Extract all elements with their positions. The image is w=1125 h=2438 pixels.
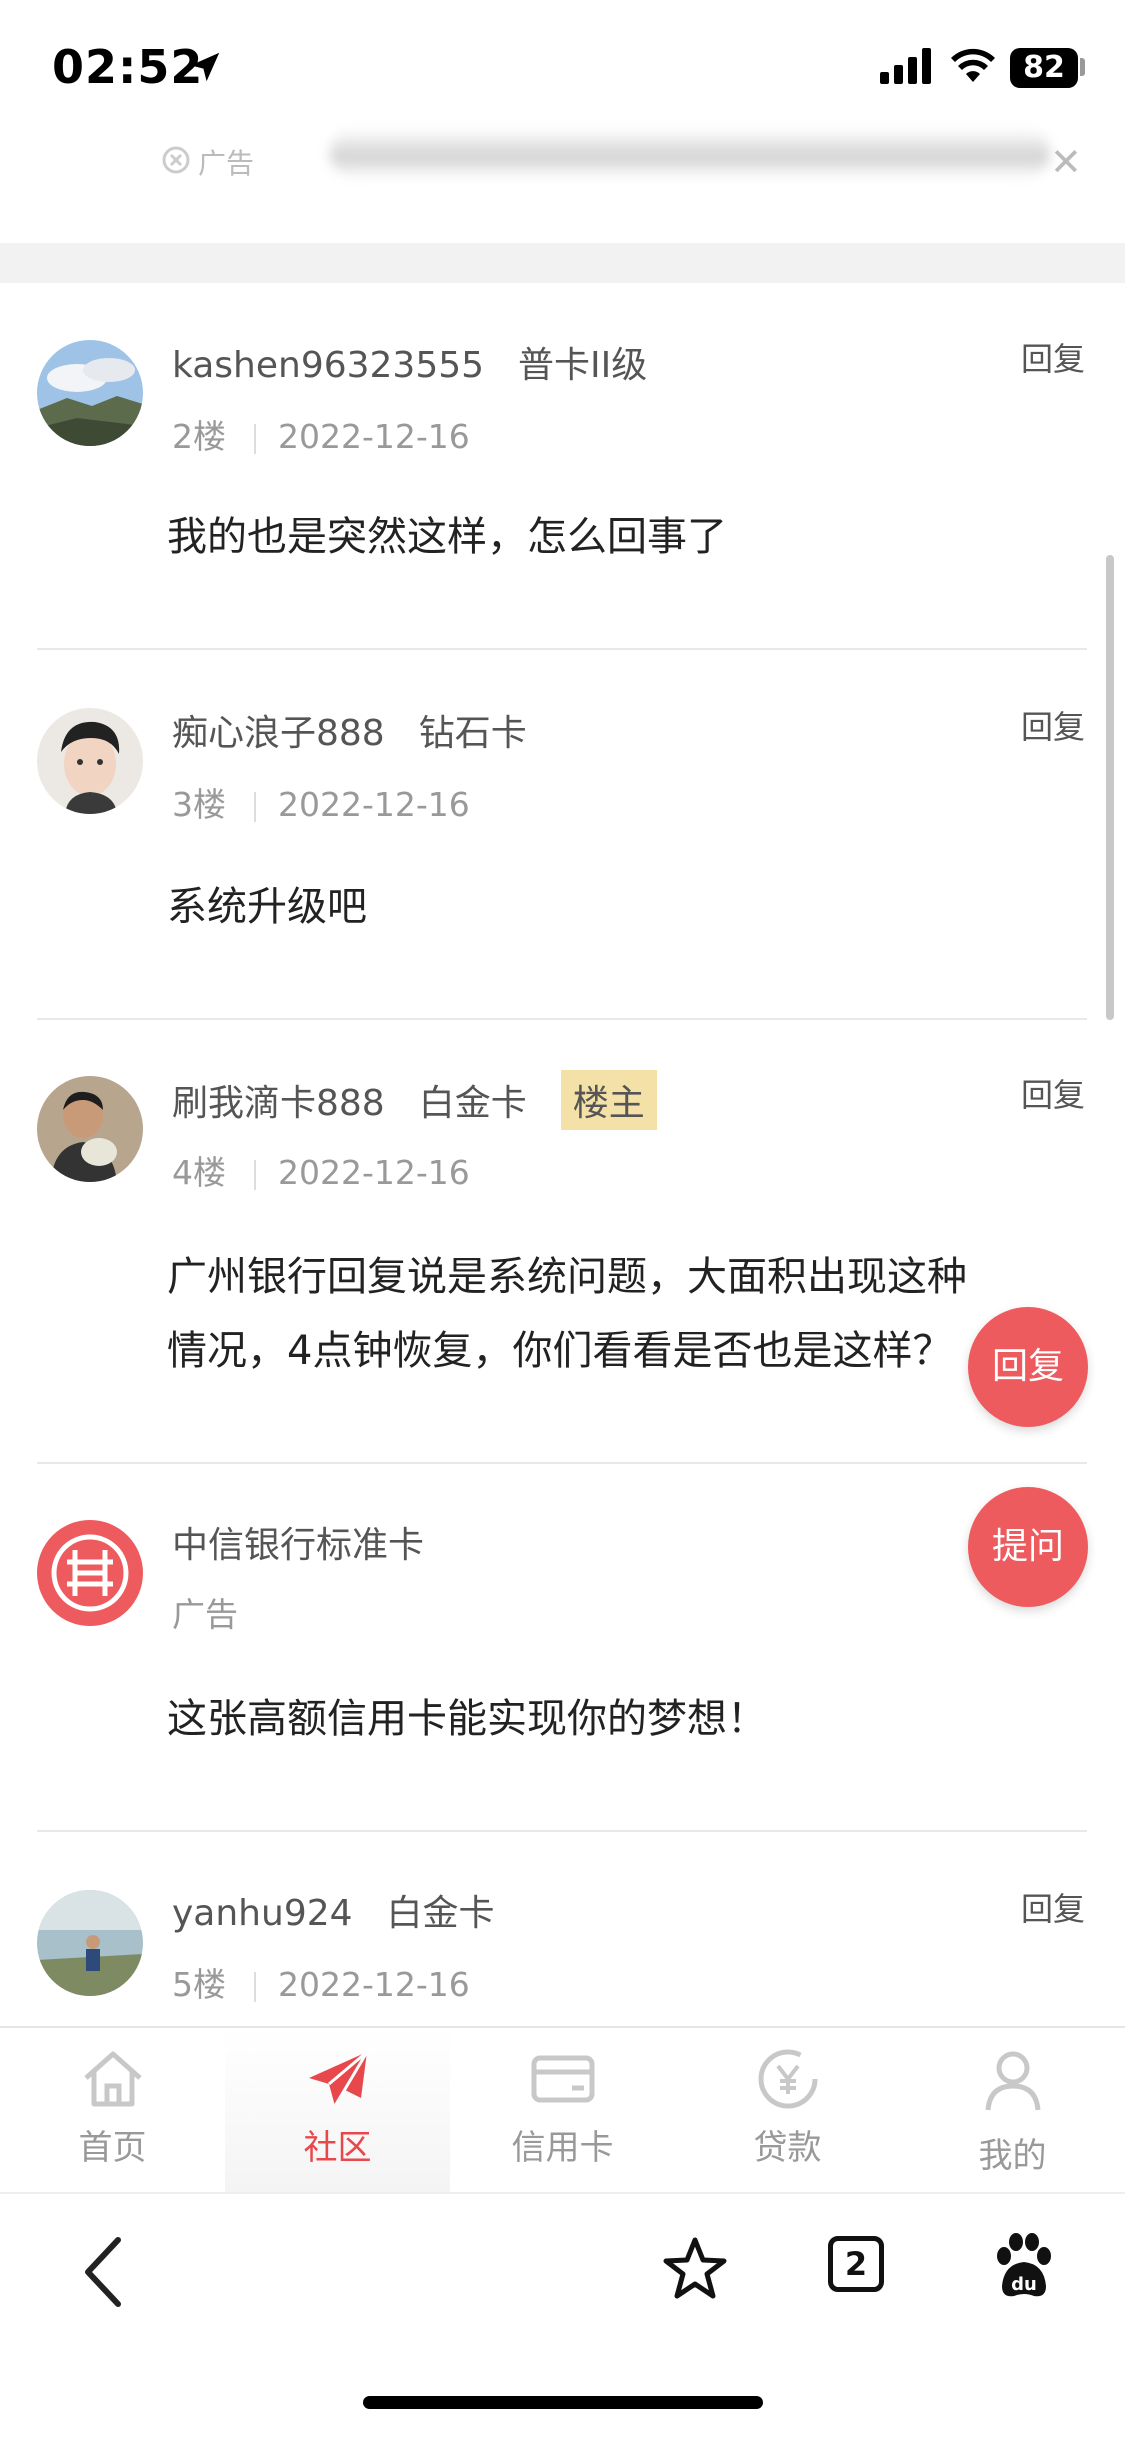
home-icon [84,2051,142,2107]
avatar[interactable] [37,1890,143,1996]
card-level: 普卡II级 [518,345,648,386]
post-content: 广州银行回复说是系统问题，大面积出现这种 情况，4点钟恢复，你们看看是否也是这样… [167,1240,1085,1388]
card-level: 白金卡 [418,1083,527,1124]
battery-indicator: 82 [1010,48,1078,88]
divider [37,1018,1087,1020]
home-indicator [363,2396,763,2409]
ad-banner-image[interactable] [330,128,1050,178]
floor-number: 3楼 [172,785,226,824]
yen-coin-icon [758,2049,818,2109]
thread-owner-badge: 楼主 [560,1070,657,1130]
post-meta: 2楼 2022-12-16 [172,410,470,458]
status-time: 02:52 [52,40,204,94]
post-content: 我的也是突然这样，怎么回事了 [167,514,727,560]
location-arrow-icon [190,52,220,82]
tab-label: 社区 [303,2128,372,2168]
post-date: 2022-12-16 [278,1965,470,2004]
ad-label: 广告 [172,1595,238,1634]
reply-button[interactable]: 回复 [1021,702,1085,748]
post-date: 2022-12-16 [278,1153,470,1192]
post-content-line: 广州银行回复说是系统问题，大面积出现这种 [167,1254,967,1300]
svg-text:du: du [1011,2274,1037,2295]
reply-button[interactable]: 回复 [1021,334,1085,380]
tab-loan[interactable]: 贷款 [675,2028,900,2193]
ad-close-icon[interactable]: ✕ [1050,140,1082,184]
floor-number: 4楼 [172,1153,226,1192]
post-username-line: yanhu924 白金卡 [172,1884,495,1936]
card-level: 白金卡 [386,1893,495,1934]
floating-reply-button[interactable]: 回复 [968,1307,1088,1427]
post-content-line: 情况，4点钟恢复，你们看看是否也是这样？ [167,1328,953,1374]
battery-tip [1080,58,1085,76]
tab-home[interactable]: 首页 [0,2028,225,2193]
divider [37,1830,1087,1832]
credit-card-icon [531,2055,595,2103]
avatar[interactable] [37,340,143,446]
floating-ask-button[interactable]: 提问 [968,1487,1088,1607]
post-date: 2022-12-16 [278,417,470,456]
scrollbar[interactable] [1106,555,1114,1020]
floor-number: 5楼 [172,1965,226,2004]
tab-label: 我的 [978,2136,1047,2176]
section-divider [0,243,1125,283]
tab-label: 首页 [78,2128,147,2168]
tab-community[interactable]: 社区 [225,2028,450,2193]
post-meta: 5楼 2022-12-16 [172,1958,470,2006]
baidu-paw-icon[interactable]: du [988,2230,1060,2302]
paper-plane-icon [309,2050,369,2107]
wifi-icon [951,48,995,82]
username[interactable]: 刷我滴卡888 [172,1083,385,1124]
card-level: 钻石卡 [418,713,527,754]
divider [37,648,1087,650]
avatar[interactable] [37,1076,143,1182]
tab-mine[interactable]: 我的 [900,2028,1125,2193]
cellular-signal-icon [880,48,931,84]
tab-label: 信用卡 [511,2128,614,2168]
post-username-line: 刷我滴卡888 白金卡 楼主 [172,1070,657,1130]
star-bookmark-icon[interactable] [660,2234,730,2304]
back-arrow-icon[interactable] [78,2232,128,2312]
tabs-count-button[interactable]: 2 [828,2236,884,2292]
reply-button[interactable]: 回复 [1021,1884,1085,1930]
tab-label: 贷款 [753,2128,822,2168]
ad-top-label: 广告 [198,147,255,180]
tab-credit-card[interactable]: 信用卡 [450,2028,675,2193]
username[interactable]: yanhu924 [172,1893,353,1934]
ad-info-icon [162,146,190,174]
avatar[interactable] [37,708,143,814]
ad-title: 中信银行标准卡 [172,1525,425,1566]
username[interactable]: kashen96323555 [172,345,484,386]
username[interactable]: 痴心浪子888 [172,713,385,754]
ad-content: 这张高额信用卡能实现你的梦想！ [167,1696,767,1742]
post-meta: 4楼 2022-12-16 [172,1146,470,1194]
post-content: 系统升级吧 [167,884,367,930]
bottom-tab-bar: 首页 社区 信用卡 贷款 我的 [0,2026,1125,2193]
user-icon [985,2051,1041,2111]
post-meta: 3楼 2022-12-16 [172,778,470,826]
post-username-line: kashen96323555 普卡II级 [172,336,647,388]
post-username-line: 痴心浪子888 钻石卡 [172,704,527,756]
post-date: 2022-12-16 [278,785,470,824]
reply-button[interactable]: 回复 [1021,1070,1085,1116]
floor-number: 2楼 [172,417,226,456]
divider [37,1462,1087,1464]
bank-logo [37,1520,143,1626]
